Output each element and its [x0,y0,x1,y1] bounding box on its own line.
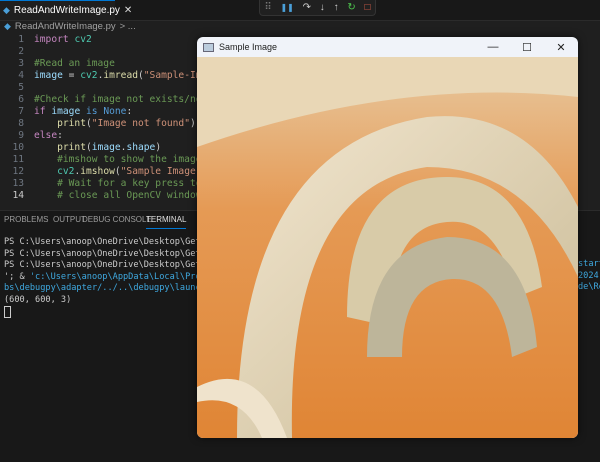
pause-button[interactable]: ❚❚ [280,3,293,12]
breadcrumb-rest[interactable]: > ... [120,21,136,32]
line-number: 3 [18,58,24,69]
terminal-line: PS C:\Users\anoop\OneDrive\Desktop\Getti… [4,237,222,247]
line-number: 5 [18,82,24,93]
code-text: else: [34,130,63,141]
stop-button[interactable]: □ [364,2,370,13]
code-text: import cv2 [34,34,92,45]
close-tab-icon[interactable]: ✕ [124,5,132,16]
terminal-fragment: 2024. [578,271,600,281]
code-text: # close all OpenCV windows [57,190,208,201]
sample-image-window: Sample Image — ☐ ✕ [197,37,578,438]
line-number: 6 [18,94,24,105]
line-number: 4 [18,70,24,81]
terminal-line: PS C:\Users\anoop\OneDrive\Desktop\Getti… [4,248,222,259]
window-titlebar[interactable]: Sample Image — ☐ ✕ [197,37,578,57]
code-text: print(image.shape) [57,142,162,153]
tab-terminal[interactable]: TERMINAL [146,215,187,229]
breadcrumb: ◆ ReadAndWriteImage.py > ... [4,21,136,32]
drag-grip-icon[interactable]: ⠿ [264,2,271,13]
debug-toolbar: ⠿ ❚❚ ↷ ↓ ↑ ↻ □ [259,0,376,16]
terminal-line: '; & 'c:\Users\anoop\AppData\Local\Progr… [4,272,226,284]
minimize-button[interactable]: — [476,41,510,54]
terminal-fragment: starte [578,259,600,269]
tab-problems[interactable]: PROBLEMS [4,215,48,224]
restart-button[interactable]: ↻ [347,2,355,13]
tab-label: ReadAndWriteImage.py [13,5,120,16]
panel-tabs: PROBLEMS OUTPUT DEBUG CONSOLE TERMINAL [0,215,197,231]
editor-tab-bar: ◆ ReadAndWriteImage.py ✕ ⠿ ❚❚ ↷ ↓ ↑ ↻ □ [0,0,600,21]
step-over-button[interactable]: ↷ [303,2,311,13]
program-output: (600, 600, 3) [4,294,72,305]
line-number: 13 [12,178,24,189]
close-button[interactable]: ✕ [544,41,578,54]
line-number: 10 [12,142,24,153]
tab-readandwriteimage[interactable]: ◆ ReadAndWriteImage.py ✕ [0,0,132,20]
maximize-button[interactable]: ☐ [510,41,544,54]
code-text: print("Image not found") [57,118,196,129]
terminal-line: bs\debugpy\adapter/../..\debugpy\launche… [4,283,222,293]
python-file-icon: ◆ [3,5,10,15]
code-text: if image is None: [34,106,133,117]
terminal-fragment: de\Re [578,282,600,292]
line-number: 2 [18,46,24,57]
tab-output[interactable]: OUTPUT [53,215,86,224]
code-text: #Read an image [34,58,115,69]
sample-image [197,57,578,438]
terminal-output[interactable]: PS C:\Users\anoop\OneDrive\Desktop\Getti… [4,237,226,319]
terminal-cursor [4,306,11,318]
terminal-line: PS C:\Users\anoop\OneDrive\Desktop\Getti… [4,260,222,270]
step-into-button[interactable]: ↓ [320,2,325,13]
line-number: 7 [18,106,24,117]
tab-debug-console[interactable]: DEBUG CONSOLE [82,215,152,224]
line-number: 14 [12,190,24,201]
line-number: 12 [12,166,24,177]
window-app-icon [203,42,214,52]
window-title: Sample Image [219,42,278,52]
python-file-icon: ◆ [4,21,11,31]
terminal-text: '; & [4,271,30,282]
line-number: 1 [18,34,24,45]
line-number: 11 [12,154,24,165]
step-out-button[interactable]: ↑ [334,2,339,13]
breadcrumb-file[interactable]: ReadAndWriteImage.py [15,21,116,32]
line-number: 8 [18,118,24,129]
line-number: 9 [18,130,24,141]
